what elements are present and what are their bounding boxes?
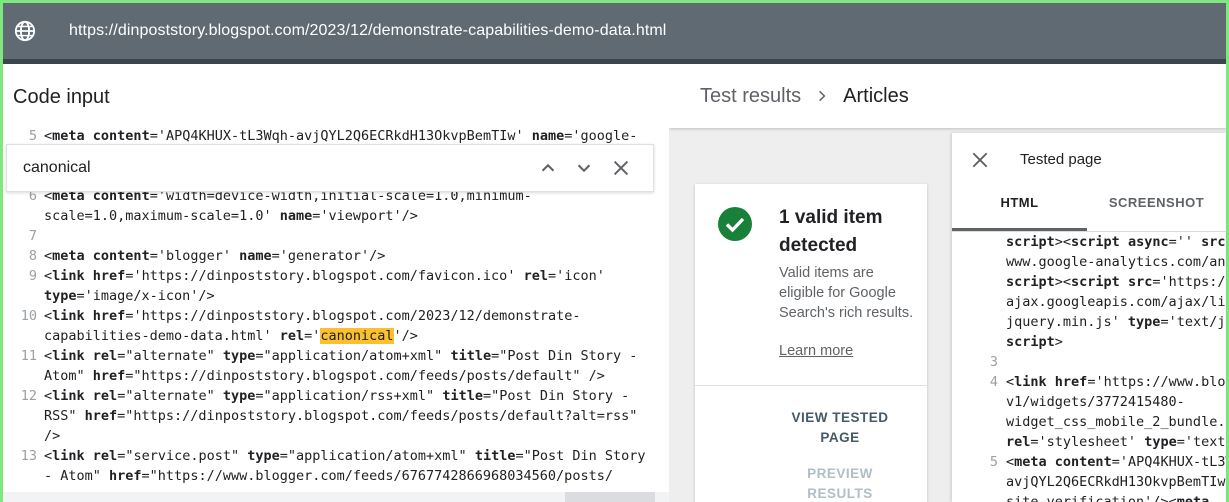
preview-results-button[interactable]: PREVIEW RESULTS (785, 464, 895, 502)
code-input-pane: Code input 5 <meta content='APQ4KHUX-tL3W… (3, 64, 669, 502)
code-text: <link rel="service.post" type="applicati… (44, 448, 646, 464)
line-number: 4 (989, 374, 998, 390)
tab-html[interactable]: HTML (952, 195, 1087, 210)
source-text: v1/widgets/3772415480- (1006, 394, 1185, 410)
source-text: widget_css_mobile_2_bundle.css (1006, 414, 1226, 430)
close-icon[interactable] (610, 157, 632, 179)
source-text: <meta content='APQ4KHUX-tL3Wqh (1006, 454, 1226, 470)
code-text: RSS" href="https://dinpoststory.blogspot… (44, 408, 638, 424)
code-input-title: Code input (13, 86, 110, 108)
chevron-up-icon[interactable] (537, 157, 559, 179)
valid-items-card: 1 valid item detected Valid items are el… (695, 184, 927, 502)
globe-icon (14, 20, 36, 42)
code-text: scale=1.0,maximum-scale=1.0' name='viewp… (44, 208, 418, 224)
line-number: 5 (28, 128, 37, 144)
code-text: <link rel="alternate" type="application/… (44, 348, 638, 364)
source-text: ajax.googleapis.com/ajax/libs/ (1006, 294, 1226, 310)
browser-url-bar: https://dinpoststory.blogspot.com/2023/1… (3, 3, 1226, 59)
code-text: <meta content='blogger' name='generator'… (44, 248, 386, 264)
scrollbar-thumb[interactable] (565, 492, 655, 502)
url-text[interactable]: https://dinpoststory.blogspot.com/2023/1… (69, 22, 666, 40)
learn-more-link[interactable]: Learn more (779, 343, 853, 359)
tested-page-panel: Tested page HTML SCREENSHOT script><scri… (952, 133, 1226, 502)
line-number: 9 (28, 268, 37, 284)
line-number: 13 (20, 448, 37, 464)
code-text: <link href='https://dinpoststory.blogspo… (44, 268, 605, 284)
valid-items-title: 1 valid item detected (779, 207, 883, 256)
source-text: site-verification'/><meta (1006, 494, 1210, 502)
find-bar: canonical (6, 144, 654, 192)
code-text: <link rel="alternate" type="application/… (44, 388, 630, 404)
source-text: <link href='https://www.blogge (1006, 374, 1226, 390)
line-number: 12 (20, 388, 37, 404)
card-divider (695, 385, 927, 386)
horizontal-scrollbar[interactable] (3, 492, 669, 502)
source-text: jquery.min.js' type='text/java (1006, 314, 1226, 330)
tested-html-source[interactable]: script><script async='' src=' www.google-… (952, 232, 1226, 502)
line-number: 8 (28, 248, 37, 264)
check-circle-icon (718, 207, 752, 241)
results-header: Test results Articles (669, 64, 1226, 128)
source-text: script><script async='' src=' (1006, 234, 1226, 250)
source-text: script> (1006, 334, 1063, 350)
code-text: type='image/x-icon'/> (44, 288, 215, 304)
code-text: - Atom" href="https://www.blogger.com/fe… (44, 468, 613, 484)
tab-screenshot[interactable]: SCREENSHOT (1087, 195, 1226, 210)
line-number: 11 (20, 348, 37, 364)
code-text: capabilities-demo-data.html' rel='canoni… (44, 328, 418, 344)
code-text: <link href='https://dinpoststory.blogspo… (44, 308, 581, 324)
source-text: avjQYL2Q6ECRkdH13OkvpBemTIw' n (1006, 474, 1226, 490)
line-number: 10 (20, 308, 37, 324)
line-number: 5 (989, 454, 998, 470)
chevron-right-icon (819, 90, 826, 102)
close-icon[interactable] (970, 150, 990, 170)
find-input[interactable]: canonical (23, 159, 91, 177)
view-tested-page-button[interactable]: VIEW TESTED PAGE (785, 408, 895, 448)
check-circle-fill (718, 207, 752, 241)
source-text: script><script src='https:// (1006, 274, 1226, 290)
code-text: Atom" href="https://dinpoststory.blogspo… (44, 368, 605, 384)
line-number: 7 (28, 228, 37, 244)
breadcrumb-test-results[interactable]: Test results (700, 85, 801, 108)
tested-page-title: Tested page (1020, 151, 1102, 168)
chevron-down-icon[interactable] (573, 157, 595, 179)
valid-items-description: Valid items are eligible for Google Sear… (779, 265, 914, 321)
breadcrumb-articles: Articles (843, 84, 909, 107)
line-number: 3 (989, 354, 998, 370)
code-text: /> (44, 428, 61, 444)
code-text: <meta content='APQ4KHUX-tL3Wqh-avjQYL2Q6… (44, 128, 638, 144)
source-text: rel='stylesheet' type='text/cs (1006, 434, 1226, 450)
source-text: www.google-analytics.com/analy (1006, 254, 1226, 270)
